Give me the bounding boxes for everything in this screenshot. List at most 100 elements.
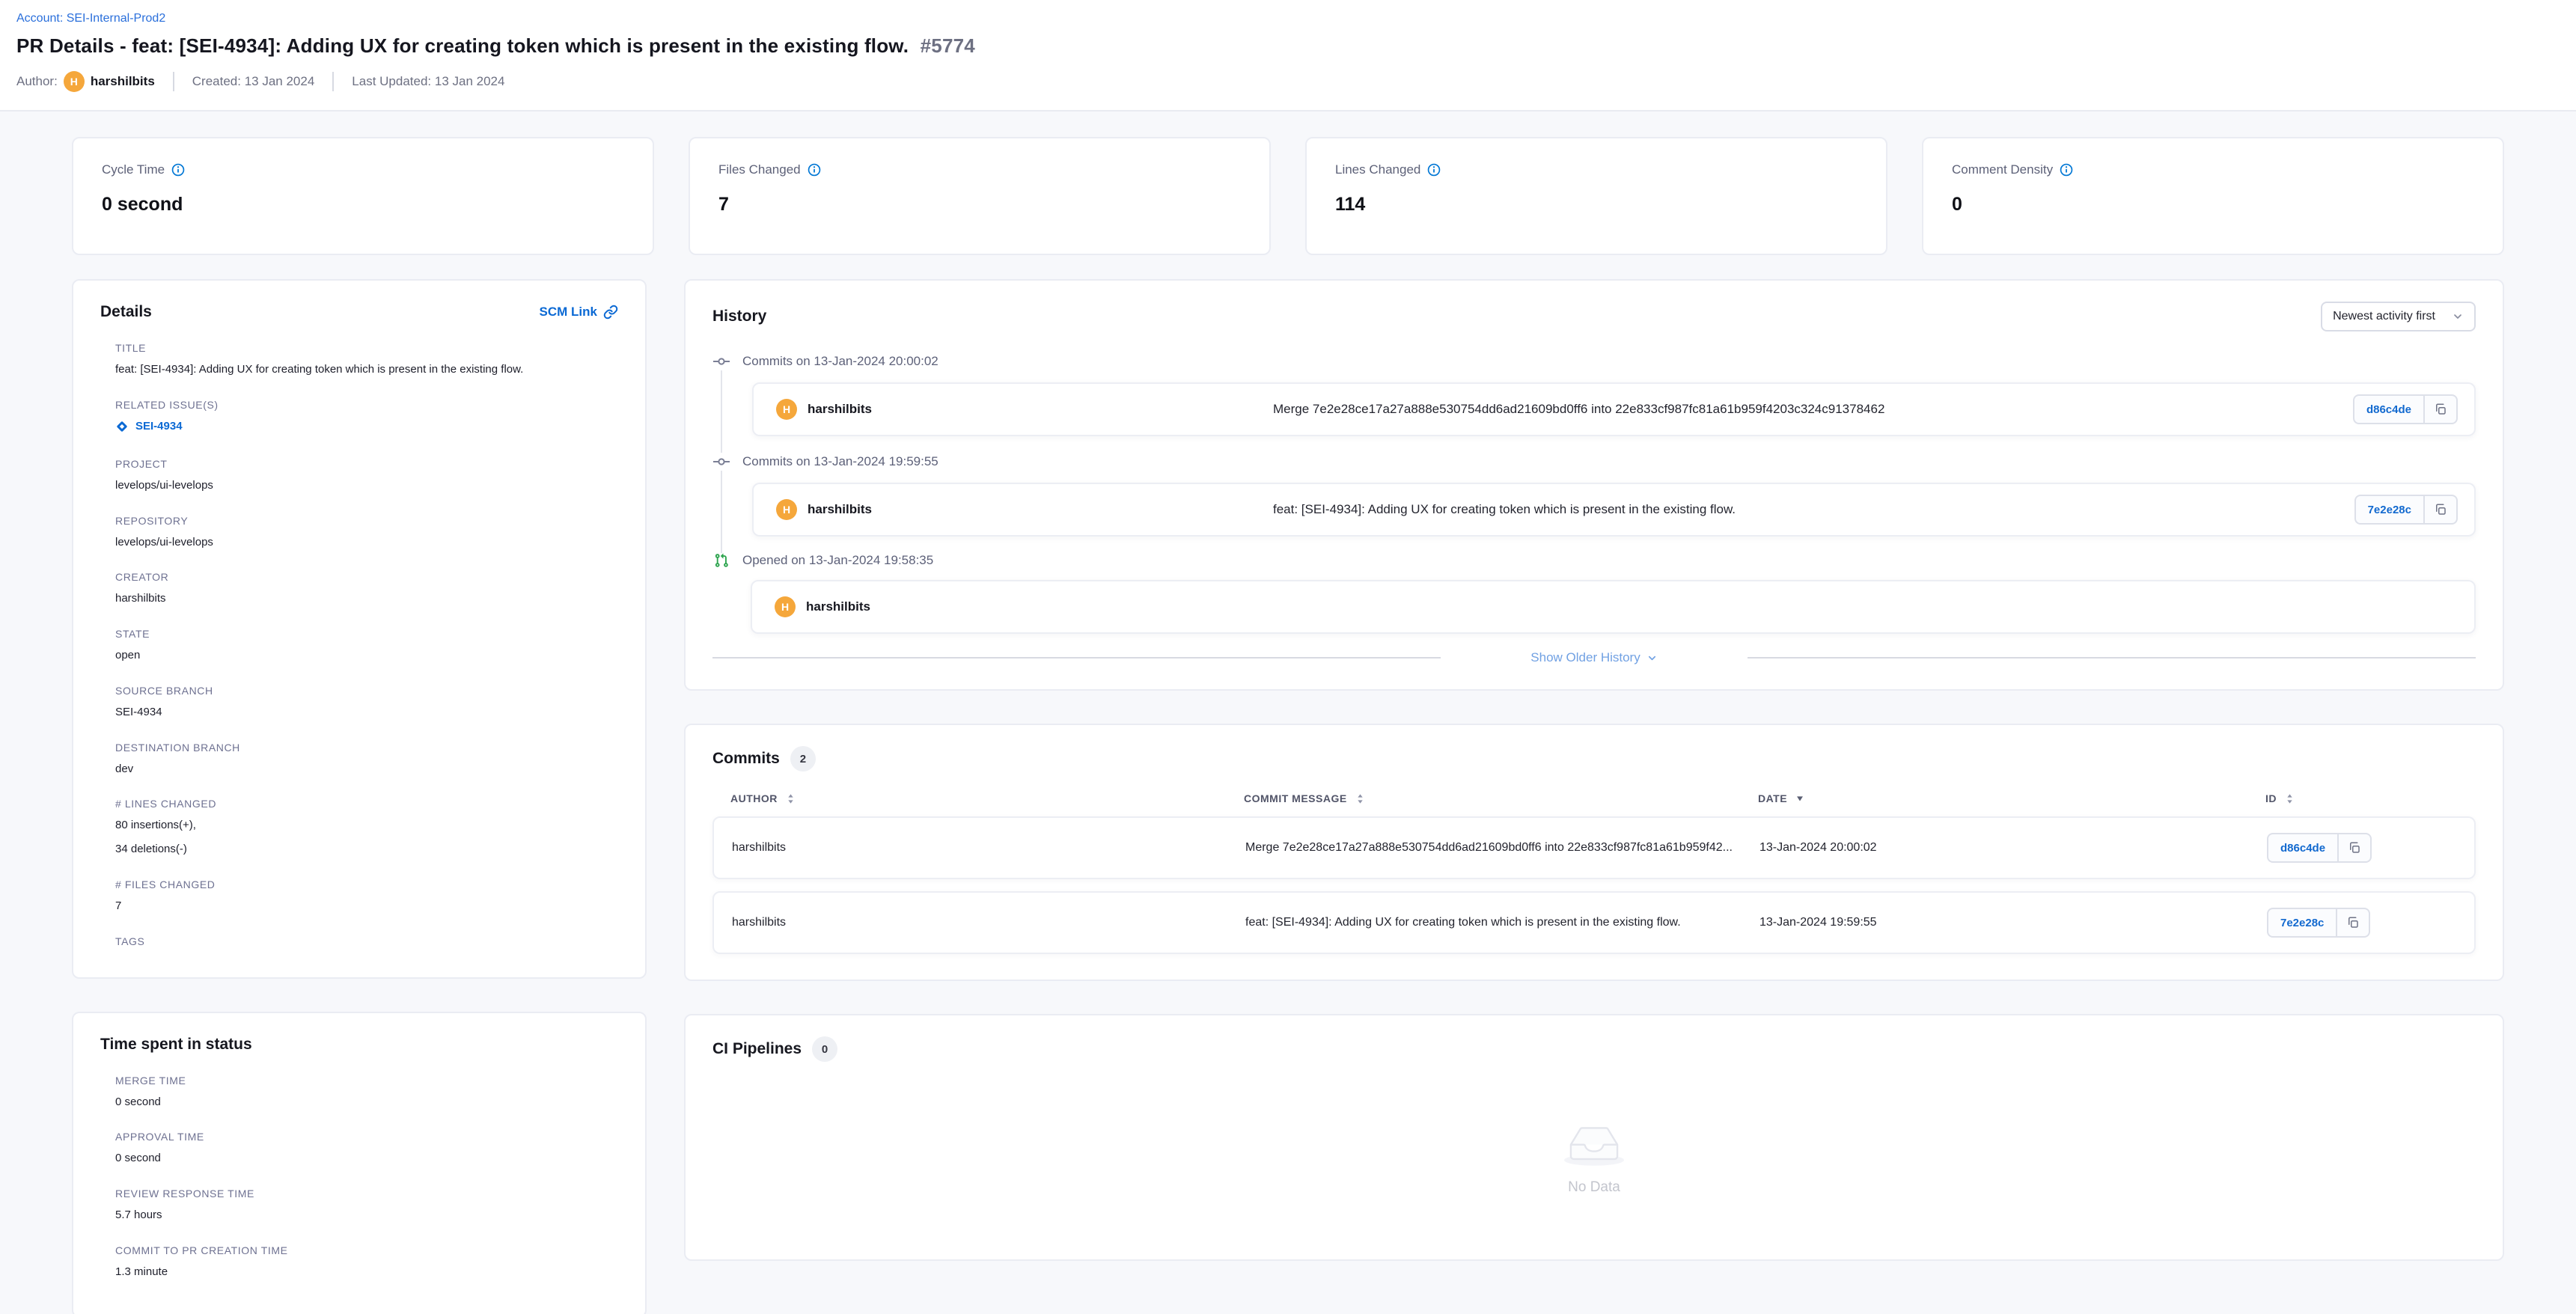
link-icon — [603, 305, 618, 320]
field-value: feat: [SEI-4934]: Adding UX for creating… — [115, 361, 618, 378]
column-header-date[interactable]: DATE — [1758, 792, 2265, 804]
column-label: ID — [2265, 792, 2277, 804]
field-project: PROJECT levelops/ui-levelops — [100, 458, 618, 494]
field-destination-branch: DESTINATION BRANCH dev — [100, 742, 618, 777]
author-name: harshilbits — [91, 74, 155, 89]
divider — [173, 72, 174, 91]
show-older-history-button[interactable]: Show Older History — [1530, 650, 1657, 665]
field-label: APPROVAL TIME — [115, 1131, 618, 1143]
history-commit-row: H harshilbits feat: [SEI-4934]: Adding U… — [752, 483, 2476, 537]
commit-message: Merge 7e2e28ce17a27a888e530754dd6ad21609… — [1273, 402, 2353, 417]
field-lines-changed: # LINES CHANGED 80 insertions(+), 34 del… — [100, 798, 618, 858]
cell-date: 13-Jan-2024 19:59:55 — [1759, 916, 2267, 929]
info-icon[interactable] — [808, 163, 821, 177]
issue-diamond-icon — [115, 420, 129, 433]
column-header-author[interactable]: AUTHOR — [730, 792, 1244, 804]
commit-hash-badge[interactable]: d86c4de — [2267, 833, 2339, 863]
info-icon[interactable] — [171, 163, 185, 177]
field-value: 7 — [115, 898, 618, 914]
cell-author: harshilbits — [732, 841, 1245, 855]
metric-label: Comment Density — [1952, 162, 2053, 177]
copy-icon — [2348, 841, 2361, 855]
empty-state: No Data — [1558, 1104, 1630, 1196]
copy-icon — [2434, 403, 2447, 416]
field-repository: REPOSITORY levelops/ui-levelops — [100, 515, 618, 551]
field-label: REPOSITORY — [115, 515, 618, 527]
history-commit-row: H harshilbits Merge 7e2e28ce17a27a888e53… — [752, 382, 2476, 436]
no-data-tray-icon — [1558, 1112, 1630, 1167]
column-header-commit-message[interactable]: COMMIT MESSAGE — [1244, 792, 1758, 804]
cell-commit-message: feat: [SEI-4934]: Adding UX for creating… — [1245, 916, 1759, 929]
copy-hash-button[interactable] — [2337, 908, 2370, 938]
info-icon[interactable] — [2060, 163, 2073, 177]
column-header-id[interactable]: ID — [2265, 792, 2458, 804]
chevron-down-icon — [1646, 653, 1658, 664]
history-sort-dropdown[interactable]: Newest activity first — [2321, 302, 2476, 331]
cell-commit-message: Merge 7e2e28ce17a27a888e530754dd6ad21609… — [1245, 841, 1759, 855]
commit-author-avatar: H — [776, 499, 797, 520]
breadcrumb-account-link[interactable]: Account: SEI-Internal-Prod2 — [16, 12, 165, 25]
field-value-deletions: 34 deletions(-) — [115, 841, 618, 858]
field-title: TITLE feat: [SEI-4934]: Adding UX for cr… — [100, 342, 618, 378]
field-value: harshilbits — [115, 590, 618, 607]
field-value: levelops/ui-levelops — [115, 534, 618, 551]
field-related-issues: RELATED ISSUE(S) SEI-4934 — [100, 399, 618, 437]
copy-hash-button[interactable] — [2339, 833, 2372, 863]
copy-icon — [2434, 503, 2447, 516]
field-review-response-time: REVIEW RESPONSE TIME 5.7 hours — [100, 1188, 618, 1223]
created-date: Created: 13 Jan 2024 — [192, 74, 315, 89]
metric-label: Cycle Time — [102, 162, 165, 177]
commits-count-badge: 2 — [790, 746, 816, 771]
copy-hash-button[interactable] — [2425, 394, 2458, 424]
pr-author-avatar: H — [775, 596, 796, 617]
history-timeline: Commits on 13-Jan-2024 20:00:02 H harshi… — [712, 352, 2476, 634]
cell-author: harshilbits — [732, 916, 1245, 929]
divider — [712, 657, 1441, 658]
ci-pipelines-heading: CI Pipelines — [712, 1040, 802, 1058]
event-label: Opened on 13-Jan-2024 19:58:35 — [742, 553, 933, 568]
field-label: TAGS — [115, 935, 618, 947]
commit-table-row: harshilbits feat: [SEI-4934]: Adding UX … — [712, 891, 2476, 954]
commit-author-name: harshilbits — [808, 402, 872, 417]
commit-author-avatar: H — [776, 399, 797, 420]
field-value: SEI-4934 — [115, 704, 618, 721]
field-value: 0 second — [115, 1094, 618, 1110]
copy-hash-button[interactable] — [2425, 495, 2458, 525]
history-panel: History Newest activity first — [684, 279, 2504, 691]
details-heading: Details — [100, 303, 152, 321]
field-label: STATE — [115, 628, 618, 640]
last-updated-date: Last Updated: 13 Jan 2024 — [352, 74, 504, 89]
pr-author-name: harshilbits — [806, 599, 870, 614]
field-label: TITLE — [115, 342, 618, 354]
sort-icon — [2284, 793, 2295, 804]
event-label: Commits on 13-Jan-2024 20:00:02 — [742, 354, 938, 369]
commit-hash-badge[interactable]: d86c4de — [2353, 394, 2425, 424]
field-value: 5.7 hours — [115, 1207, 618, 1223]
commit-hash-badge[interactable]: 7e2e28c — [2354, 495, 2425, 525]
commits-heading: Commits — [712, 750, 780, 768]
sort-icon — [785, 793, 796, 804]
info-icon[interactable] — [1427, 163, 1441, 177]
chevron-down-icon — [2452, 311, 2464, 323]
column-label: AUTHOR — [730, 792, 778, 804]
field-tags: TAGS — [100, 935, 618, 947]
metric-value: 0 second — [102, 194, 624, 216]
page-content: Cycle Time 0 second Files Changed 7 Line… — [0, 111, 2576, 1314]
timeline-event-commit: Commits on 13-Jan-2024 19:59:55 H harshi… — [712, 453, 2476, 553]
field-label: DESTINATION BRANCH — [115, 742, 618, 754]
scm-link[interactable]: SCM Link — [540, 305, 618, 320]
timeline-event-opened: Opened on 13-Jan-2024 19:58:35 H harshil… — [712, 553, 2476, 634]
field-creator: CREATOR harshilbits — [100, 571, 618, 607]
field-approval-time: APPROVAL TIME 0 second — [100, 1131, 618, 1167]
related-issue-key: SEI-4934 — [135, 420, 183, 433]
related-issue-link[interactable]: SEI-4934 — [115, 420, 183, 433]
field-label: # FILES CHANGED — [115, 878, 618, 890]
metric-value: 0 — [1952, 194, 2474, 216]
divider — [332, 72, 334, 91]
field-commit-to-pr-time: COMMIT TO PR CREATION TIME 1.3 minute — [100, 1244, 618, 1280]
author-avatar: H — [64, 71, 85, 92]
field-value: dev — [115, 761, 618, 777]
field-label: REVIEW RESPONSE TIME — [115, 1188, 618, 1200]
commit-hash-badge[interactable]: 7e2e28c — [2267, 908, 2337, 938]
timeline-event-commit: Commits on 13-Jan-2024 20:00:02 H harshi… — [712, 352, 2476, 453]
